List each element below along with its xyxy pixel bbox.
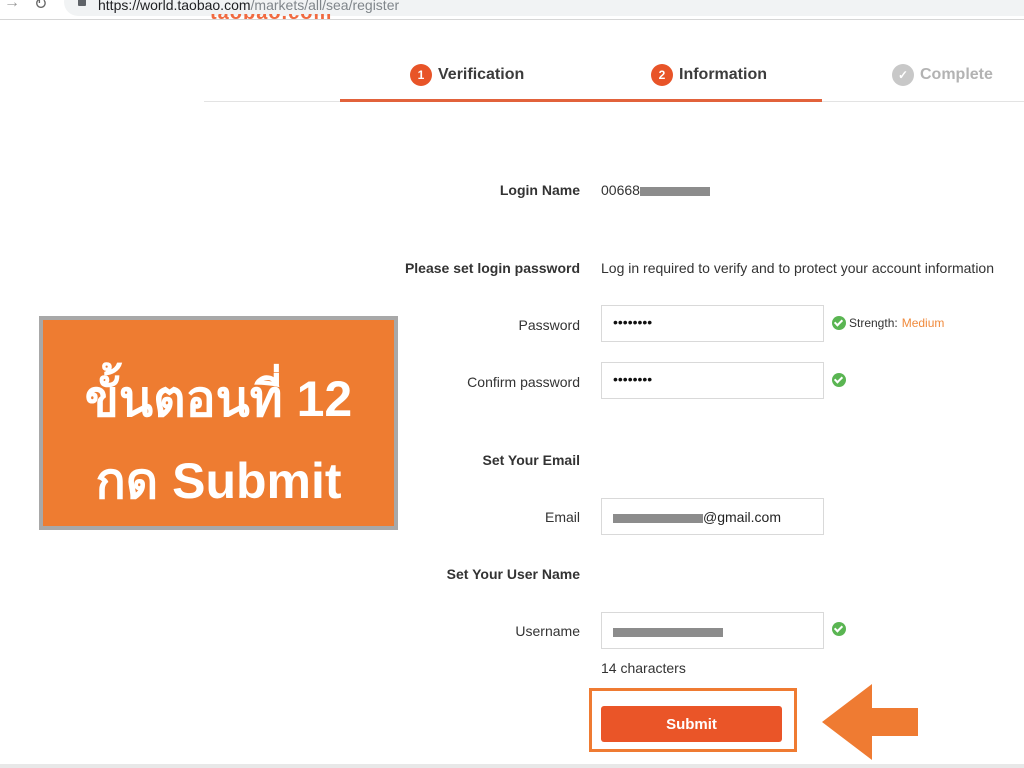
confirm-password-input[interactable]: •••••••• [601, 362, 824, 399]
forward-icon[interactable]: → [4, 0, 20, 12]
password-section-label: Please set login password [404, 260, 580, 276]
username-value [613, 623, 723, 639]
submit-button[interactable]: Submit [601, 706, 782, 742]
email-input[interactable]: @gmail.com [601, 498, 824, 535]
callout-action-text: กด Submit [95, 453, 342, 509]
password-input[interactable]: •••••••• [601, 305, 824, 342]
step-number: 1 [410, 64, 432, 86]
step-progress-bar [340, 99, 822, 102]
step-label: Information [679, 66, 767, 83]
password-strength: Strength: Medium [849, 316, 945, 330]
instruction-callout: ขั้นตอนที่ 12 กด Submit [39, 316, 398, 530]
registration-steps: 1 Verification 2 Information ✓ Complete [204, 56, 1024, 102]
username-input[interactable] [601, 612, 824, 649]
page-bottom-edge [0, 764, 1024, 768]
username-label: Username [515, 623, 580, 639]
username-section-label: Set Your User Name [446, 566, 580, 582]
lock-icon [78, 0, 86, 6]
step-information: 2 Information [651, 64, 767, 86]
check-icon [832, 622, 846, 636]
email-value: @gmail.com [613, 509, 781, 525]
username-hint: 14 characters [601, 660, 686, 676]
step-complete: ✓ Complete [892, 64, 993, 86]
confirm-password-label: Confirm password [467, 374, 580, 390]
email-label: Email [544, 509, 580, 525]
site-logo[interactable]: taobao.com [210, 14, 355, 22]
redacted-text [613, 627, 723, 637]
reload-icon[interactable]: ↻ [34, 0, 47, 14]
url-text: https://world.taobao.com/markets/all/sea… [98, 0, 400, 13]
redacted-text [613, 513, 703, 523]
address-bar[interactable]: https://world.taobao.com/markets/all/sea… [64, 0, 1024, 16]
password-section-desc: Log in required to verify and to protect… [601, 260, 994, 276]
login-name-label: Login Name [499, 182, 580, 198]
step-label: Complete [920, 66, 993, 83]
login-name-value: 00668 [601, 182, 710, 198]
step-verification: 1 Verification [410, 64, 524, 86]
step-number: 2 [651, 64, 673, 86]
email-section-label: Set Your Email [482, 452, 580, 468]
browser-toolbar: → ↻ https://world.taobao.com/markets/all… [0, 0, 1024, 20]
check-circle-icon: ✓ [892, 64, 914, 86]
confirm-password-value: •••••••• [613, 371, 653, 387]
callout-step-text: ขั้นตอนที่ 12 [84, 371, 353, 427]
password-label: Password [518, 317, 580, 333]
step-label: Verification [438, 66, 525, 83]
check-icon [832, 316, 846, 330]
arrow-left-icon [822, 684, 918, 760]
redacted-text [639, 186, 710, 196]
check-icon [832, 373, 846, 387]
password-value: •••••••• [613, 314, 653, 330]
